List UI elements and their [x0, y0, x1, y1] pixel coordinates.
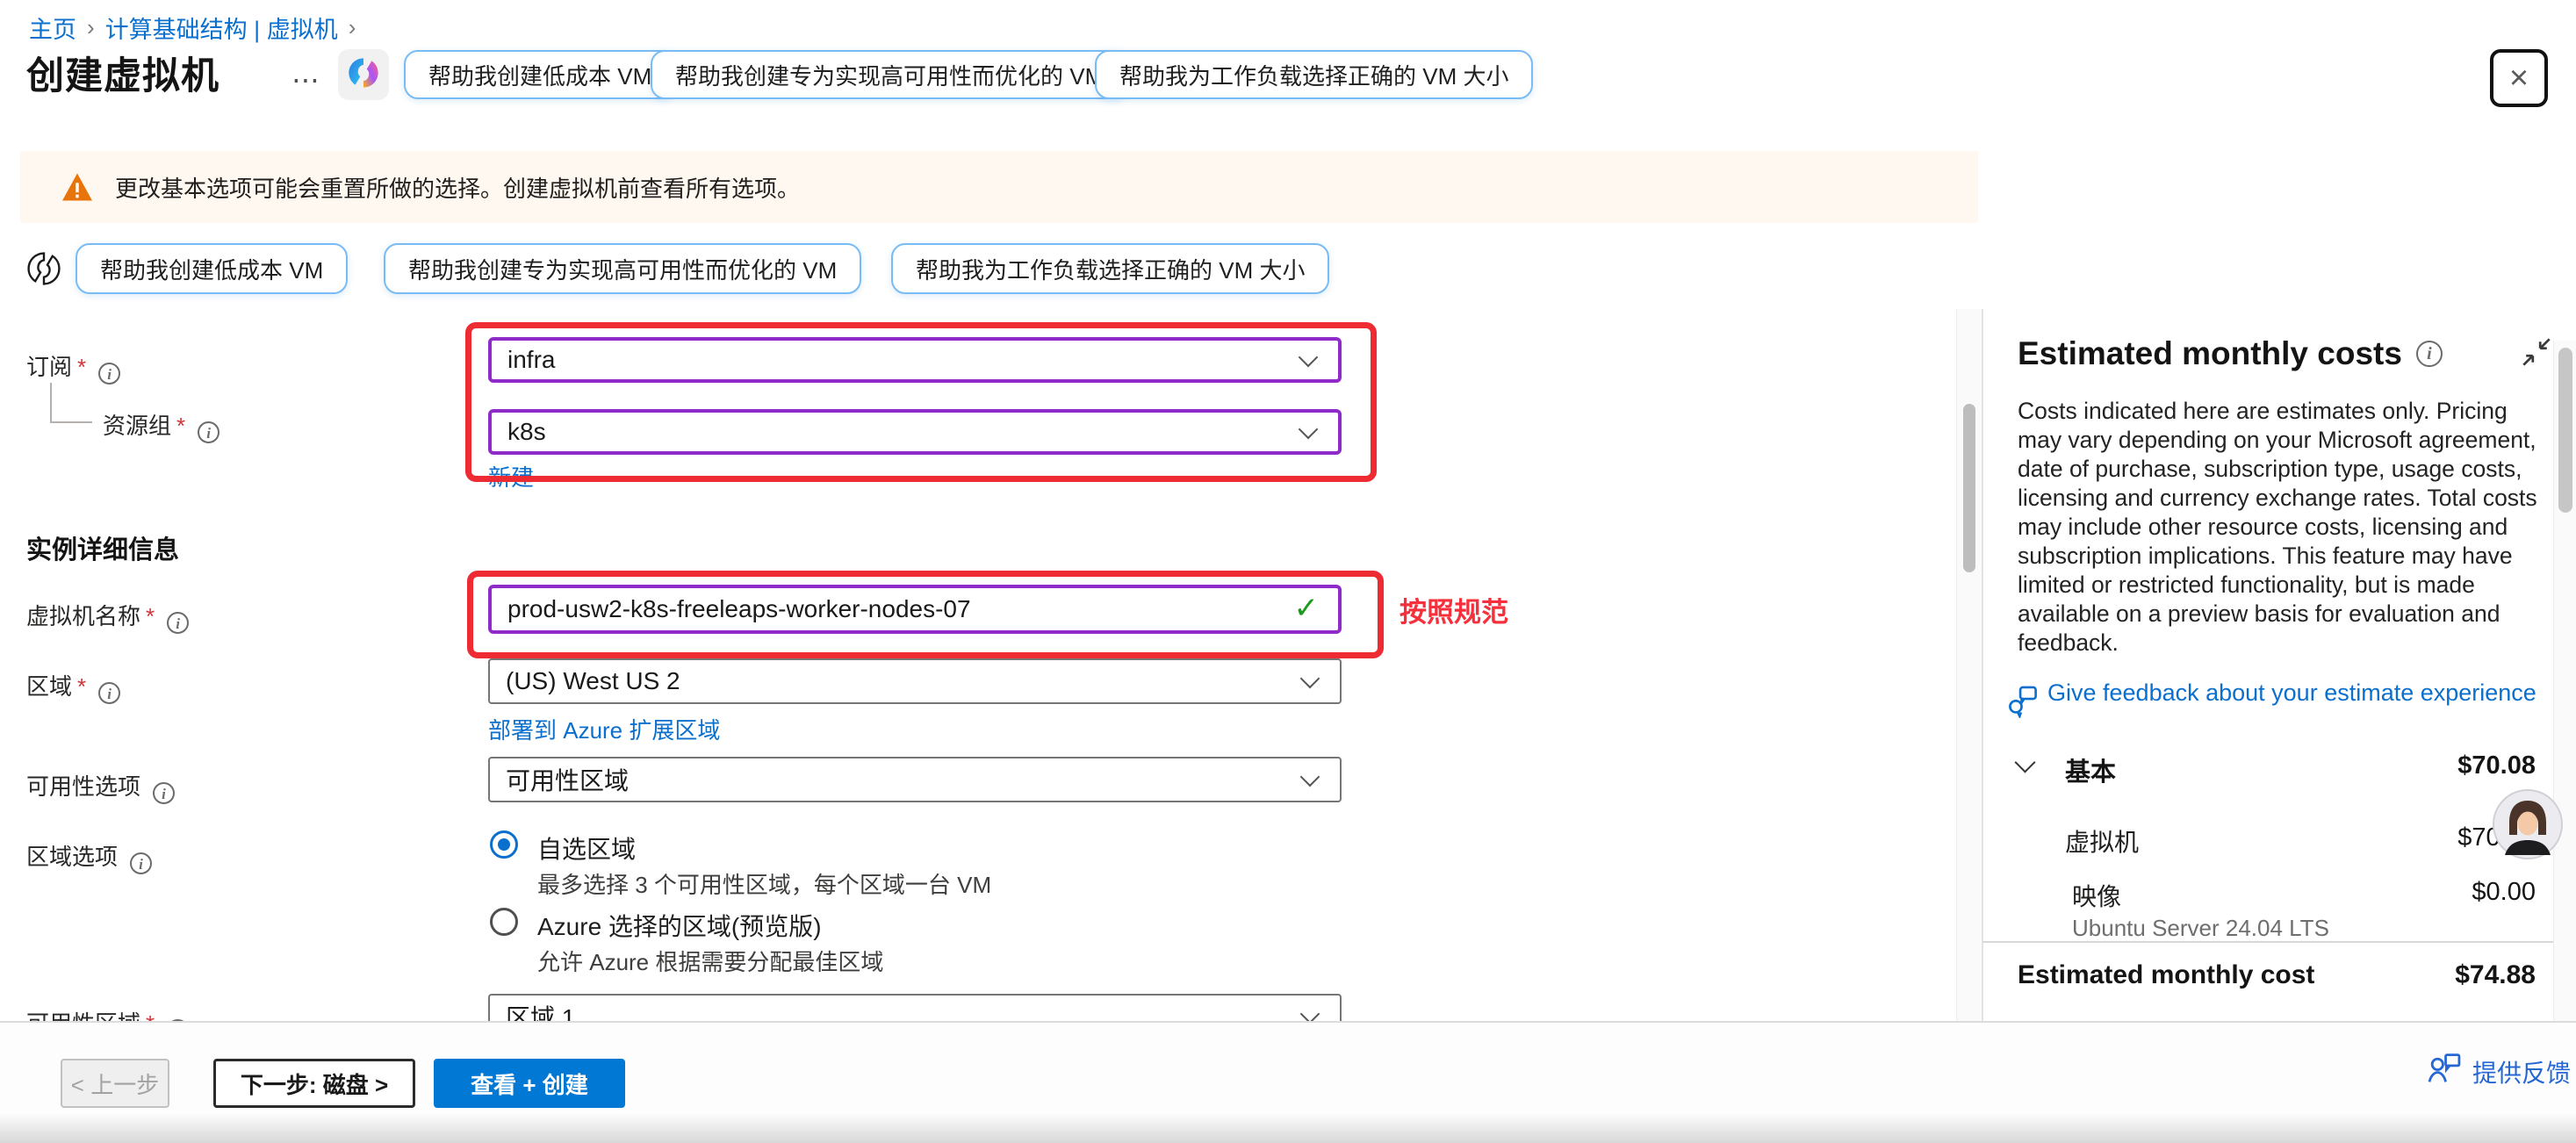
cost-group-basic-label[interactable]: 基本 [2065, 751, 2116, 788]
close-icon: × [2509, 60, 2529, 97]
cost-item-image-label: 映像 [2072, 878, 2121, 913]
breadcrumb-separator-icon: › [76, 14, 105, 41]
suggestion-high-availability-button-2[interactable]: 帮助我创建专为实现高可用性而优化的 VM [384, 243, 861, 294]
breadcrumb: 主页 › 计算基础结构 | 虚拟机 › [29, 11, 366, 45]
zone-options-label: 区域选项i [26, 839, 152, 874]
copilot-icon [345, 54, 382, 96]
review-create-button[interactable]: 查看 + 创建 [434, 1059, 625, 1108]
chevron-down-icon [1300, 767, 1320, 787]
chevron-down-icon [1299, 348, 1319, 368]
feedback-link[interactable]: 提供反馈 [2416, 1052, 2571, 1091]
radio-self-selected-zone-label[interactable]: 自选区域 [537, 830, 636, 866]
create-vm-page: 主页 › 计算基础结构 | 虚拟机 › 创建虚拟机 ⋯ 帮助我创建低成本 [0, 0, 2576, 1143]
estimated-monthly-cost-amount: $74.88 [2371, 960, 2536, 990]
cost-panel-title: Estimated monthly costs [2018, 335, 2402, 372]
subscription-label: 订阅*i [26, 349, 120, 385]
warning-icon [61, 172, 94, 202]
chevron-down-icon [1300, 669, 1320, 689]
warning-banner-text: 更改基本选项可能会重置所做的选择。创建虚拟机前查看所有选项。 [115, 171, 800, 204]
main-scrollbar-track[interactable] [1956, 309, 1982, 1021]
breadcrumb-separator-icon: › [338, 14, 367, 41]
radio-azure-selected-zone-desc: 允许 Azure 根据需要分配最佳区域 [537, 945, 883, 977]
info-icon[interactable]: i [167, 612, 189, 634]
close-button[interactable]: × [2490, 49, 2548, 107]
resource-group-dropdown[interactable]: k8s [488, 409, 1342, 455]
next-disks-button[interactable]: 下一步: 磁盘 > [213, 1059, 415, 1108]
info-icon[interactable]: i [198, 421, 219, 443]
deploy-edge-zone-link[interactable]: 部署到 Azure 扩展区域 [488, 713, 720, 745]
valid-check-icon: ✓ [1294, 591, 1320, 626]
vm-name-input[interactable]: prod-usw2-k8s-freeleaps-worker-nodes-07 … [488, 585, 1342, 634]
previous-button[interactable]: < 上一步 [61, 1059, 169, 1108]
availability-options-dropdown[interactable]: 可用性区域 [488, 757, 1342, 802]
estimate-feedback-link[interactable]: Give feedback about your estimate experi… [2007, 678, 2539, 722]
copilot-outline-icon [25, 248, 63, 293]
chevron-down-icon [1299, 420, 1319, 440]
cost-item-image-sub: Ubuntu Server 24.04 LTS [2072, 915, 2329, 942]
info-icon[interactable]: i [153, 782, 175, 804]
cost-panel-description: Costs indicated here are estimates only.… [2018, 397, 2537, 658]
info-icon[interactable]: i [130, 852, 152, 874]
chevron-down-icon[interactable] [2018, 755, 2033, 774]
feedback-person-icon [2427, 1052, 2462, 1091]
radio-azure-selected-zone-label[interactable]: Azure 选择的区域(预览版) [537, 908, 822, 943]
cost-item-image-amount: $0.00 [2371, 878, 2536, 907]
info-icon[interactable]: i [98, 682, 120, 704]
radio-self-selected-zone-desc: 最多选择 3 个可用性区域，每个区域一台 VM [537, 867, 991, 900]
overflow-menu-icon[interactable]: ⋯ [291, 63, 320, 97]
suggestion-low-cost-vm-button-2[interactable]: 帮助我创建低成本 VM [76, 243, 348, 294]
suggestion-vm-size-button-2[interactable]: 帮助我为工作负载选择正确的 VM 大小 [891, 243, 1329, 294]
panel-scrollbar-track[interactable] [2553, 341, 2576, 1021]
estimated-monthly-cost-label: Estimated monthly cost [2018, 960, 2314, 990]
suggestion-vm-size-button[interactable]: 帮助我为工作负载选择正确的 VM 大小 [1095, 50, 1533, 99]
region-label: 区域*i [26, 669, 120, 704]
tree-connector-vertical [50, 383, 52, 423]
info-icon[interactable]: i [2416, 341, 2443, 367]
warning-banner: 更改基本选项可能会重置所做的选择。创建虚拟机前查看所有选项。 [20, 151, 1978, 223]
cost-total-divider [1982, 941, 2576, 943]
panel-divider [1982, 309, 1983, 1021]
availability-options-label: 可用性选项i [26, 769, 175, 804]
tree-connector-horizontal [50, 421, 92, 423]
radio-azure-selected-zone[interactable] [490, 908, 518, 936]
instance-details-section-title: 实例详细信息 [26, 529, 179, 566]
suggestion-low-cost-vm-button[interactable]: 帮助我创建低成本 VM [404, 50, 676, 99]
breadcrumb-home-link[interactable]: 主页 [29, 11, 76, 45]
cost-panel-header: Estimated monthly costs i [2018, 335, 2443, 372]
panel-scrollbar-thumb[interactable] [2558, 348, 2572, 513]
subscription-dropdown[interactable]: infra [488, 337, 1342, 383]
resource-group-label: 资源组*i [103, 408, 219, 443]
cost-group-basic-amount: $70.08 [2371, 751, 2536, 780]
breadcrumb-section-link[interactable]: 计算基础结构 | 虚拟机 [105, 11, 338, 45]
feedback-bubbles-icon [2007, 685, 2039, 722]
radio-self-selected-zone[interactable] [490, 830, 518, 859]
collapse-panel-icon[interactable] [2518, 334, 2555, 375]
vm-name-annotation: 按照规范 [1400, 590, 1508, 629]
copilot-button[interactable] [338, 49, 389, 100]
avatar[interactable] [2492, 788, 2564, 860]
create-new-resource-group-link[interactable]: 新建 [488, 460, 534, 492]
cost-item-vm-label: 虚拟机 [2065, 823, 2139, 859]
footer-bar: < 上一步 下一步: 磁盘 > 查看 + 创建 提供反馈 [0, 1021, 2576, 1143]
info-icon[interactable]: i [98, 363, 120, 385]
page-title: 创建虚拟机 [26, 46, 219, 100]
region-dropdown[interactable]: (US) West US 2 [488, 658, 1342, 704]
suggestion-high-availability-button[interactable]: 帮助我创建专为实现高可用性而优化的 VM [651, 50, 1128, 99]
main-scrollbar-thumb[interactable] [1963, 404, 1975, 572]
vm-name-label: 虚拟机名称*i [26, 599, 189, 634]
